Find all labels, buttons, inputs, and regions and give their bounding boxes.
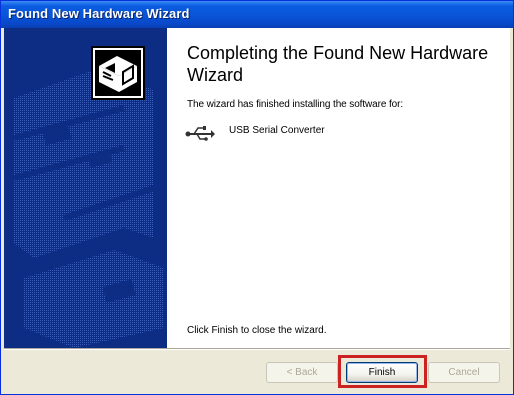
wizard-window: Found New Hardware Wizard Completing the…	[0, 0, 514, 395]
wizard-content: Completing the Found New Hardware Wizard…	[91, 28, 510, 348]
closing-instruction: Click Finish to close the wizard.	[187, 325, 327, 336]
wizard-description: The wizard has finished installing the s…	[187, 99, 404, 110]
wizard-heading: Completing the Found New Hardware Wizard	[187, 43, 489, 85]
cancel-button[interactable]: Cancel	[428, 362, 500, 383]
usb-icon	[185, 126, 215, 141]
device-name: USB Serial Converter	[229, 125, 325, 136]
back-button[interactable]: < Back	[266, 362, 338, 383]
title-bar[interactable]: Found New Hardware Wizard	[1, 1, 513, 28]
window-title: Found New Hardware Wizard	[8, 6, 190, 21]
hardware-wizard-icon	[91, 46, 145, 100]
button-separator	[4, 348, 510, 350]
finish-highlight-box	[338, 355, 427, 388]
